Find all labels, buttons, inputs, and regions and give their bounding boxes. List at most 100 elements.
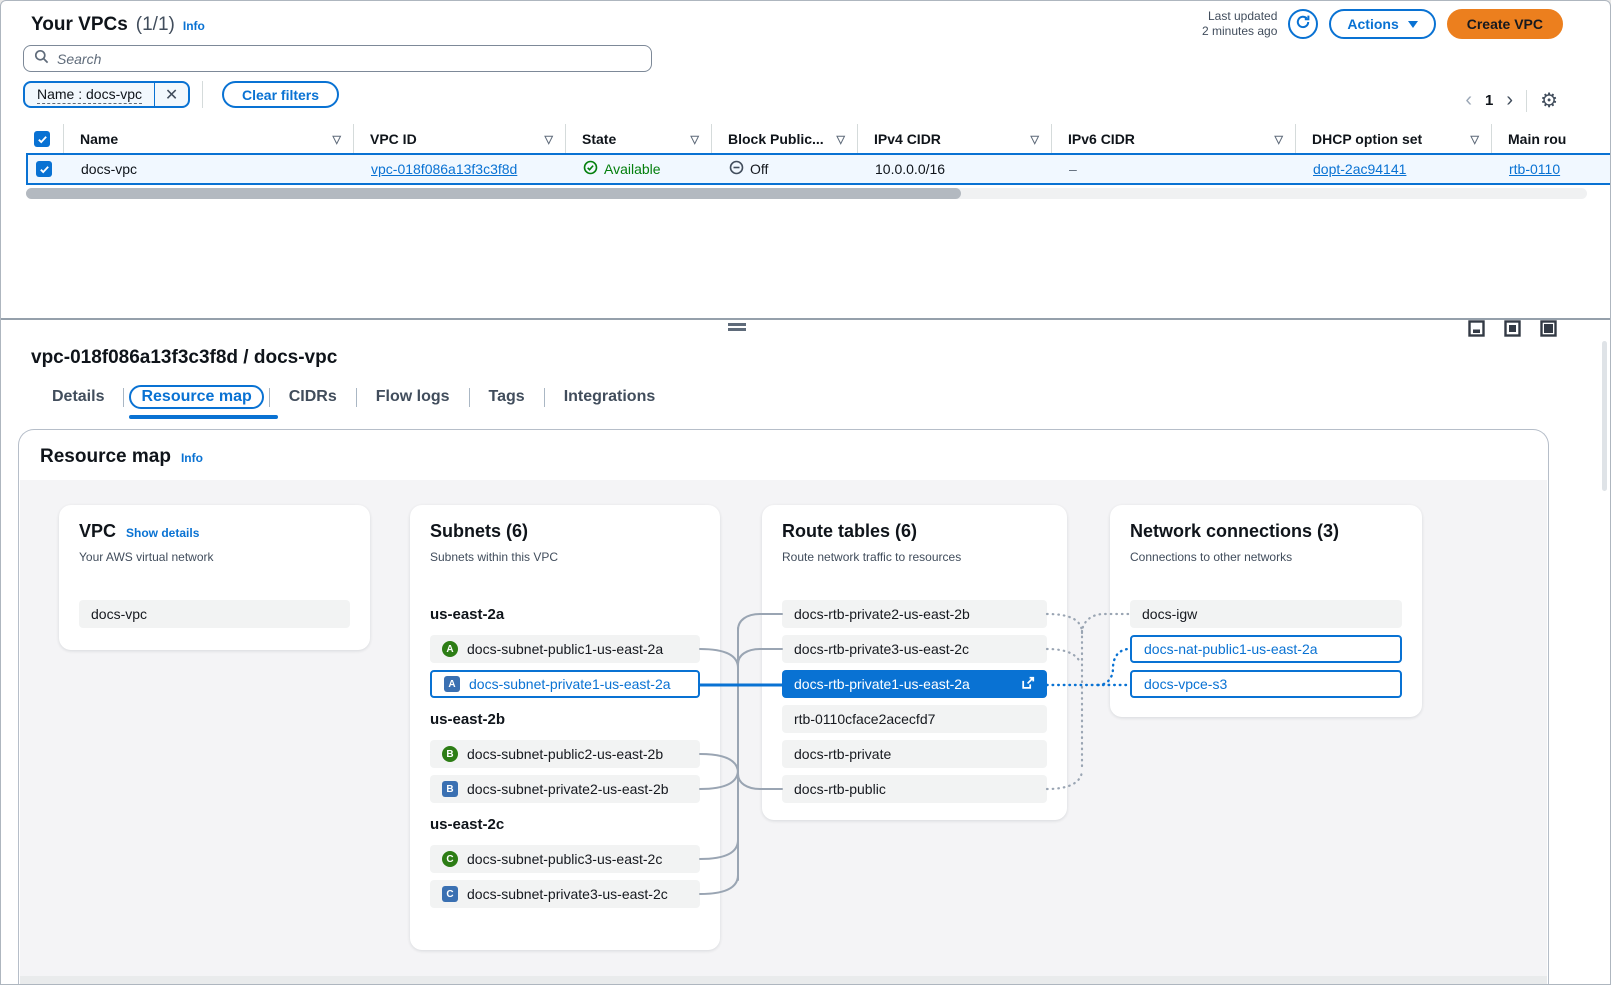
prev-page-button[interactable]: ‹ [1465, 89, 1472, 112]
tab-cidrs[interactable]: CIDRs [275, 384, 351, 410]
route-table-item-label: docs-rtb-private2-us-east-2b [794, 606, 970, 622]
table-row[interactable]: docs-vpc vpc-018f086a13f3c3f8d Available… [26, 153, 1611, 185]
filter-token: Name : docs-vpc ✕ [23, 81, 190, 108]
create-vpc-button[interactable]: Create VPC [1447, 9, 1563, 39]
column-header-dhcp[interactable]: DHCP option set▽ [1295, 124, 1491, 154]
check-circle-icon [583, 160, 598, 178]
pagination-divider [1526, 90, 1527, 112]
route-table-item-label: docs-rtb-private3-us-east-2c [794, 641, 969, 657]
cell-main-route: rtb-0110 [1493, 155, 1611, 183]
filter-icon[interactable]: ▽ [691, 133, 699, 146]
subnet-item-public1[interactable]: A docs-subnet-public1-us-east-2a [430, 635, 700, 663]
column-header-main-route[interactable]: Main rou [1491, 124, 1611, 154]
tab-separator [469, 388, 470, 407]
actions-button[interactable]: Actions [1329, 9, 1435, 39]
subnets-column-subtitle: Subnets within this VPC [430, 550, 700, 564]
subnet-item-public2[interactable]: B docs-subnet-public2-us-east-2b [430, 740, 700, 768]
column-header-ipv6-cidr[interactable]: IPv6 CIDR▽ [1051, 124, 1295, 154]
column-label: IPv4 CIDR [874, 131, 941, 147]
subnet-item-private3[interactable]: C docs-subnet-private3-us-east-2c [430, 880, 700, 908]
dhcp-option-set-link[interactable]: dopt-2ac94141 [1313, 161, 1406, 177]
tab-resource-map[interactable]: Resource map [129, 385, 263, 409]
search-input[interactable] [57, 51, 651, 67]
subnet-item-public3[interactable]: C docs-subnet-public3-us-east-2c [430, 845, 700, 873]
vpc-id-link[interactable]: vpc-018f086a13f3c3f8d [371, 161, 517, 177]
block-public-label: Off [750, 161, 768, 177]
resource-map-bottom-strip [20, 976, 1547, 985]
horizontal-scrollbar-thumb[interactable] [26, 188, 961, 199]
column-header-ipv4-cidr[interactable]: IPv4 CIDR ▽ [857, 124, 1051, 154]
filter-icon[interactable]: ▽ [1031, 133, 1039, 146]
tab-flow-logs[interactable]: Flow logs [362, 384, 464, 410]
select-all-checkbox[interactable] [34, 131, 50, 147]
last-updated-line2: 2 minutes ago [1202, 24, 1277, 39]
filter-icon[interactable]: ▽ [333, 133, 341, 146]
resource-map-header: Resource map Info [40, 446, 203, 468]
network-item-nat-highlighted[interactable]: docs-nat-public1-us-east-2a [1130, 635, 1402, 663]
filter-divider [202, 81, 203, 108]
row-checkbox[interactable] [36, 161, 52, 177]
row-checkbox-cell [28, 155, 65, 183]
route-table-item[interactable]: docs-rtb-private2-us-east-2b [782, 600, 1047, 628]
show-details-link[interactable]: Show details [126, 526, 199, 540]
panel-full-icon [1540, 324, 1557, 341]
resource-map-info-link[interactable]: Info [181, 451, 203, 465]
clear-filters-button[interactable]: Clear filters [222, 81, 339, 108]
route-table-item-selected[interactable]: docs-rtb-private1-us-east-2a [782, 670, 1047, 698]
tab-separator [123, 388, 124, 407]
filter-icon[interactable]: ▽ [545, 133, 553, 146]
filter-icon[interactable]: ▽ [837, 133, 845, 146]
column-header-name[interactable]: Name▽ [63, 124, 353, 154]
route-table-item[interactable]: docs-rtb-private3-us-east-2c [782, 635, 1047, 663]
route-table-item[interactable]: docs-rtb-private [782, 740, 1047, 768]
subnet-item-label: docs-subnet-public1-us-east-2a [467, 641, 663, 657]
vertical-scrollbar-thumb[interactable] [1602, 341, 1607, 491]
table-settings-button[interactable]: ⚙ [1540, 91, 1558, 111]
network-connections-column-title: Network connections (3) [1130, 521, 1402, 542]
vpc-column: VPC Show details Your AWS virtual networ… [59, 505, 370, 650]
detail-panel-title: vpc-018f086a13f3c3f8d / docs-vpc [31, 347, 337, 369]
network-item-label: docs-vpce-s3 [1144, 676, 1227, 692]
subnet-item-label: docs-subnet-public3-us-east-2c [467, 851, 662, 867]
next-page-button[interactable]: › [1506, 89, 1513, 112]
vpc-item[interactable]: docs-vpc [79, 600, 350, 628]
network-item-label: docs-igw [1142, 606, 1197, 622]
state-label: Available [604, 161, 661, 177]
route-table-item[interactable]: rtb-0110cface2acecfd7 [782, 705, 1047, 733]
main-route-table-link[interactable]: rtb-0110 [1509, 161, 1560, 177]
info-link[interactable]: Info [183, 19, 205, 33]
subnet-item-label: docs-subnet-private2-us-east-2b [467, 781, 669, 797]
external-link-icon[interactable] [1021, 676, 1035, 693]
vpc-column-subtitle: Your AWS virtual network [79, 550, 350, 564]
network-connections-column-subtitle: Connections to other networks [1130, 550, 1402, 564]
column-label: Block Public... [728, 131, 824, 147]
panel-full-button[interactable] [1540, 320, 1557, 342]
tab-tags[interactable]: Tags [475, 384, 539, 410]
chevron-right-icon: › [1506, 89, 1513, 111]
network-item-igw[interactable]: docs-igw [1130, 600, 1402, 628]
az-heading: us-east-2c [430, 816, 504, 833]
panel-bottom-button[interactable] [1468, 320, 1485, 342]
route-tables-column-title: Route tables (6) [782, 521, 1047, 542]
resource-map-canvas: VPC Show details Your AWS virtual networ… [20, 480, 1547, 985]
az-heading: us-east-2a [430, 606, 504, 623]
network-item-vpce-highlighted[interactable]: docs-vpce-s3 [1130, 670, 1402, 698]
column-header-state[interactable]: State▽ [565, 124, 711, 154]
subnet-item-private2[interactable]: B docs-subnet-private2-us-east-2b [430, 775, 700, 803]
filter-token-remove-button[interactable]: ✕ [154, 83, 188, 106]
subnet-item-private1-selected[interactable]: A docs-subnet-private1-us-east-2a [430, 670, 700, 698]
tab-integrations[interactable]: Integrations [550, 384, 670, 410]
column-header-block-public[interactable]: Block Public... ▽ [711, 124, 857, 154]
filter-icon[interactable]: ▽ [1471, 133, 1479, 146]
search-icon [34, 49, 49, 69]
page-number: 1 [1485, 92, 1493, 109]
route-table-item[interactable]: docs-rtb-public [782, 775, 1047, 803]
actions-button-label: Actions [1347, 16, 1398, 32]
split-drag-handle[interactable] [728, 323, 746, 331]
panel-side-button[interactable] [1504, 320, 1521, 342]
tab-details[interactable]: Details [38, 384, 118, 410]
column-header-vpc-id[interactable]: VPC ID▽ [353, 124, 565, 154]
az-badge-public: A [442, 641, 458, 657]
refresh-button[interactable] [1288, 9, 1318, 39]
filter-icon[interactable]: ▽ [1275, 133, 1283, 146]
